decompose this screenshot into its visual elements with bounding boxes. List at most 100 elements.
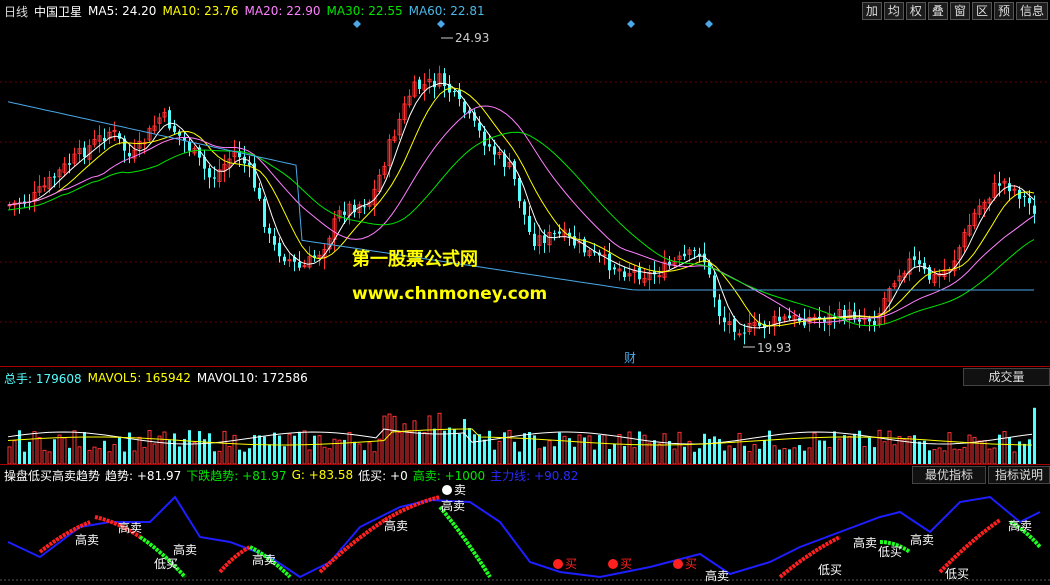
volume-bar [623,446,626,464]
toolbar-info-button[interactable]: 信息 [1015,2,1048,20]
candle [553,230,556,241]
volume-bar [248,448,251,464]
indicator-chart[interactable]: 卖买买买高卖高卖高卖高卖高卖高卖高卖 高卖高卖高卖低买低买低买 低买 [0,482,1050,585]
volume-bar [882,441,887,464]
volume-bar [543,446,546,464]
volume-bar [743,445,746,464]
candle [147,125,152,143]
candle [18,197,21,214]
candle [258,182,261,202]
candle [337,205,342,222]
volume-bar [317,435,322,464]
candle [583,236,586,257]
toolbar-overlay-button[interactable]: 叠 [927,2,948,20]
volume-bar [268,444,271,464]
volume-bar [132,450,137,464]
event-diamond[interactable] [437,20,445,28]
ma60-value: MA60: 22.81 [408,4,485,18]
period-label[interactable]: 日线 [4,3,28,20]
volume-bar [198,431,201,464]
volume-bar [708,438,711,464]
candle [803,308,806,329]
volume-bar [377,438,382,464]
volume-bar [448,427,451,464]
candle [363,198,366,215]
candle [188,137,191,157]
volume-bar [677,431,682,464]
volume-bar [357,443,362,464]
financial-report-marker[interactable]: 财 [624,351,636,365]
toolbar-window-button[interactable]: 窗 [949,2,970,20]
volume-bar [92,446,97,464]
volume-bar [23,451,26,464]
buy-signal-dot [608,559,618,569]
volume-bar [57,434,62,464]
volume-bar [332,438,337,464]
candle [103,128,106,150]
volume-bar [32,431,37,464]
volume-bar [798,445,801,464]
buy-signal-dot [553,559,563,569]
event-diamond[interactable] [705,20,713,28]
volume-bar [528,431,531,464]
volume-bar [657,443,662,464]
candle [407,89,412,108]
trend-segment [218,545,251,574]
fall-trend-value: 下跌趋势: +81.97 [186,468,287,483]
volume-bar [68,447,71,464]
candle [967,213,972,238]
volume-bar [62,437,67,464]
candle [132,139,137,163]
volume-bar [598,434,601,464]
high-sell-label: 高卖 [1008,518,1032,533]
candle [853,302,856,323]
candle [57,167,62,189]
toolbar-add-button[interactable]: 加 [861,2,882,20]
volume-bar [823,440,826,464]
volume-bar [593,449,596,464]
volume-bar [792,447,797,464]
volume-bar [72,430,77,464]
volume-bar [902,439,907,464]
event-diamond[interactable] [353,20,361,28]
candle [392,129,397,143]
candle [657,266,662,284]
volume-bar [123,451,126,464]
volume-bar [932,449,937,464]
watermark-url: www.chnmoney.com [352,284,547,304]
indicator-name[interactable]: 操盘低买高卖趋势 [4,467,100,484]
volume-bar [907,436,912,464]
volume-bar [523,433,526,464]
candle [758,313,761,329]
volume-bar [107,451,112,464]
candle [313,250,316,262]
candle [642,268,647,287]
candle [923,257,926,274]
event-diamond[interactable] [627,20,635,28]
toolbar-average-button[interactable]: 均 [883,2,904,20]
volume-bar [942,450,947,464]
volume-chart[interactable] [0,386,1050,464]
low-marker: 19.93 [743,341,791,355]
toolbar-range-button[interactable]: 区 [971,2,992,20]
volume-bar [347,431,352,464]
volume-bar [583,437,586,464]
candle [443,68,446,98]
volume-bar [972,436,977,464]
candle [203,149,206,180]
volume-bar [183,438,186,464]
toolbar-rights-button[interactable]: 权 [905,2,926,20]
toolbar-forecast-button[interactable]: 预 [993,2,1014,20]
price-chart[interactable]: 24.93 19.93 财 第一股票公式网 www.chnmoney.com [0,20,1050,366]
volume-indicator-tab[interactable]: 成交量 [963,368,1050,386]
volume-bar [977,440,982,464]
candle [638,262,641,285]
volume-bar [758,448,761,464]
volume-bar [273,432,276,464]
candle [12,200,17,216]
main-line-value: 主力线: +90.82 [490,468,579,483]
candle [1008,177,1011,202]
low-buy-label: 低买 [818,563,842,577]
low-buy-label: 低买 [878,545,902,559]
candle [573,225,576,249]
